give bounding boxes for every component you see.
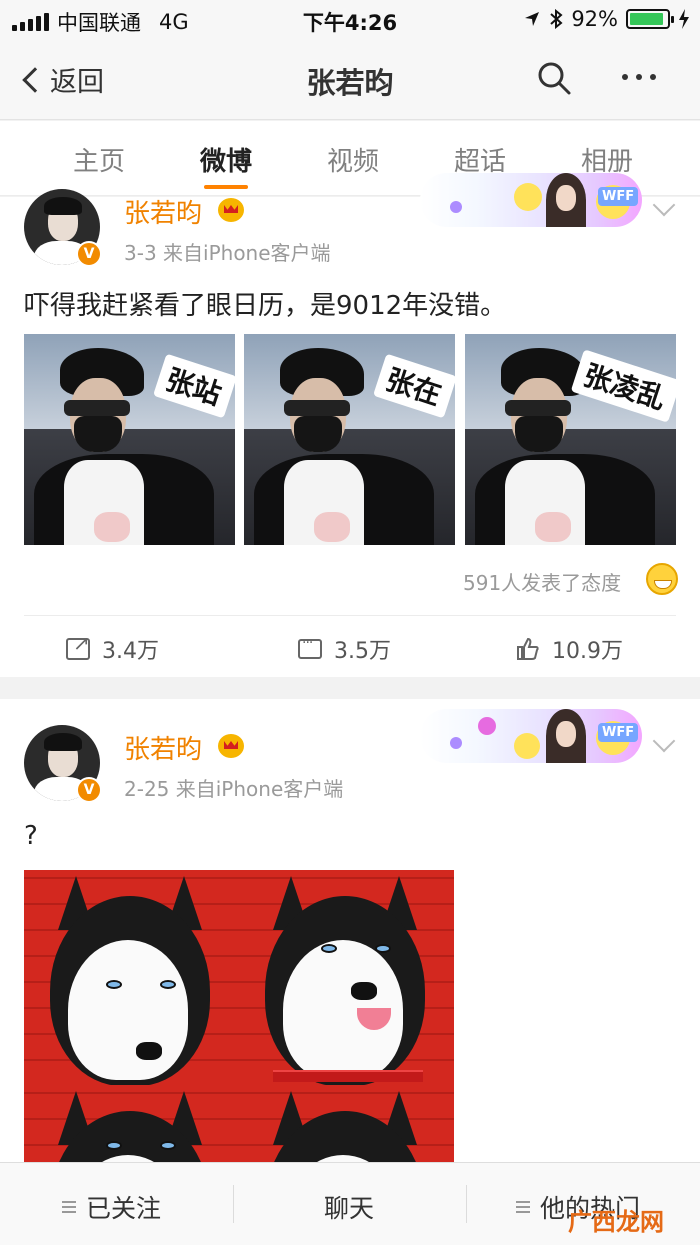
post-meta: 2-25 来自iPhone客户端 — [124, 777, 344, 801]
more-icon[interactable] — [622, 74, 656, 80]
bluetooth-icon — [550, 9, 563, 29]
post-text: 吓得我赶紧看了眼日历，是9012年没错。 — [24, 291, 507, 321]
card-banner[interactable]: WFF — [420, 709, 642, 763]
crown-icon — [218, 198, 244, 222]
celebrity-image — [546, 709, 586, 763]
share-icon — [66, 631, 90, 660]
crown-icon — [218, 734, 244, 758]
charging-icon — [679, 9, 689, 29]
tab-weibo[interactable]: 微博 — [171, 141, 281, 178]
chevron-down-icon[interactable] — [652, 193, 676, 217]
page-title: 张若昀 — [306, 66, 394, 100]
post-card[interactable]: V 张若昀 3-3 来自iPhone客户端 WFF 吓得我赶紧看了眼日历，是90… — [0, 173, 700, 677]
like-button[interactable]: 10.9万 — [516, 633, 623, 665]
status-bar: 中国联通 4G 下午4:26 92% — [0, 0, 700, 40]
author-name[interactable]: 张若昀 — [124, 729, 202, 766]
post-image[interactable] — [24, 870, 454, 1170]
share-count: 3.4万 — [102, 639, 159, 664]
like-count: 10.9万 — [552, 639, 623, 664]
author-name[interactable]: 张若昀 — [124, 193, 202, 230]
verified-badge: V — [76, 777, 102, 803]
post-text: ? — [24, 821, 38, 851]
menu-icon — [62, 1201, 76, 1213]
nav-bar: 返回 张若昀 — [0, 40, 700, 120]
chat-button[interactable]: 聊天 — [324, 1189, 374, 1225]
comment-icon — [298, 635, 322, 659]
battery-icon — [626, 9, 674, 29]
verified-badge: V — [76, 241, 102, 267]
banner-tag: WFF — [598, 723, 639, 742]
following-label: 已关注 — [86, 1194, 162, 1223]
battery-percent: 92% — [571, 7, 618, 31]
comment-count: 3.5万 — [334, 639, 391, 664]
active-tab-indicator — [204, 185, 248, 189]
thumbs-up-icon — [517, 637, 539, 660]
divider — [24, 615, 676, 616]
menu-icon — [516, 1201, 530, 1213]
reaction-summary[interactable]: 591人发表了态度 — [463, 567, 621, 596]
following-button[interactable]: 已关注 — [62, 1189, 161, 1225]
divider — [233, 1185, 234, 1223]
watermark: 广西龙网 — [568, 1208, 664, 1236]
status-right: 92% — [523, 7, 690, 31]
post-card[interactable]: V 张若昀 2-25 来自iPhone客户端 WFF ? — [0, 699, 700, 1170]
tab-home[interactable]: 主页 — [44, 141, 154, 178]
search-icon[interactable] — [536, 60, 572, 96]
tab-video[interactable]: 视频 — [298, 141, 408, 178]
banner-tag: WFF — [598, 187, 639, 206]
share-button[interactable]: 3.4万 — [66, 631, 159, 665]
location-icon — [525, 12, 540, 26]
chevron-down-icon[interactable] — [652, 729, 676, 753]
laughing-emoji-icon — [646, 563, 678, 595]
comment-button[interactable]: 3.5万 — [298, 633, 391, 665]
post-meta: 3-3 来自iPhone客户端 — [124, 241, 331, 265]
post-image[interactable]: 张站 — [24, 334, 235, 545]
celebrity-image — [546, 173, 586, 227]
card-banner[interactable]: WFF — [420, 173, 642, 227]
post-image[interactable]: 张在 — [244, 334, 455, 545]
chat-label: 聊天 — [324, 1194, 375, 1223]
post-image[interactable]: 张凌乱 — [465, 334, 676, 545]
divider — [466, 1185, 467, 1223]
